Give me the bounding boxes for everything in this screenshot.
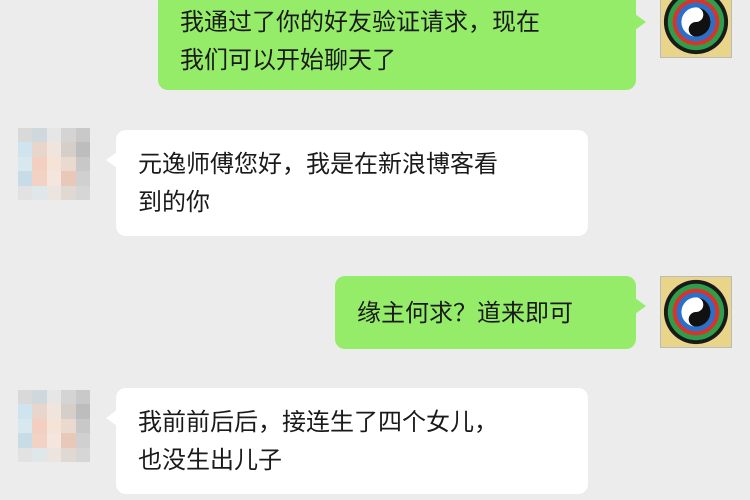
bagua-avatar-icon[interactable]	[660, 276, 732, 348]
message-text: 我通过了你的好友验证请求，现在 我们可以开始聊天了	[180, 8, 540, 74]
message-bubble-incoming[interactable]: 元逸师傅您好，我是在新浪博客看 到的你	[106, 130, 588, 236]
message-bubble-outgoing[interactable]: 缘主何求？道来即可	[335, 276, 646, 349]
message-bubble-outgoing[interactable]: 我通过了你的好友验证请求，现在 我们可以开始聊天了	[158, 0, 646, 90]
message-text: 元逸师傅您好，我是在新浪博客看 到的你	[138, 150, 498, 216]
pixelated-avatar-icon[interactable]	[18, 390, 90, 462]
message-text: 缘主何求？道来即可	[357, 298, 573, 327]
message-bubble-incoming[interactable]: 我前前后后，接连生了四个女儿， 也没生出儿子	[106, 388, 588, 494]
message-text: 我前前后后，接连生了四个女儿， 也没生出儿子	[138, 408, 498, 474]
pixelated-avatar-icon[interactable]	[18, 128, 90, 200]
bagua-avatar-icon[interactable]	[660, 0, 732, 58]
